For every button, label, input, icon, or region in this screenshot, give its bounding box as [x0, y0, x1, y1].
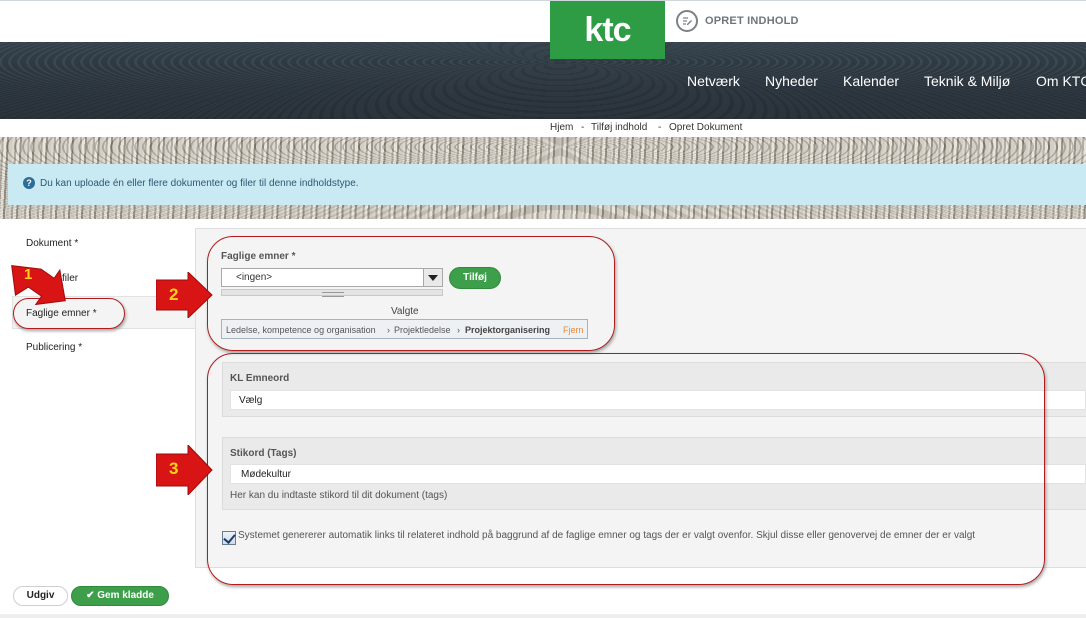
sidebar-item-dokument[interactable]: Dokument *	[26, 238, 78, 249]
annotation-ring-3	[207, 353, 1045, 585]
annotation-arrow-1: 1	[2, 262, 72, 312]
main-navigation: Netværk Nyheder Kalender Teknik & Miljø …	[0, 42, 1086, 119]
annotation-ring-2	[207, 236, 615, 351]
create-content-link[interactable]: OPRET INDHOLD	[676, 10, 799, 32]
annotation-arrow-3: 3	[155, 443, 214, 497]
annotation-arrow-2: 2	[155, 270, 214, 320]
top-bar	[0, 0, 1086, 42]
nav-item-om-ktc[interactable]: Om KTC	[1036, 73, 1086, 89]
help-icon: ?	[23, 177, 35, 189]
nav-item-nyheder[interactable]: Nyheder	[765, 73, 818, 89]
nav-item-teknik-miljo[interactable]: Teknik & Miljø	[924, 73, 1010, 89]
publish-button[interactable]: Udgiv	[13, 586, 68, 606]
edit-icon	[676, 10, 698, 32]
nav-item-netvaerk[interactable]: Netværk	[687, 73, 740, 89]
sidebar-item-publicering[interactable]: Publicering *	[26, 342, 82, 353]
breadcrumb-home[interactable]: Hjem	[550, 122, 573, 133]
breadcrumb-current: Opret Dokument	[669, 122, 743, 133]
check-icon: ✔	[86, 590, 95, 601]
breadcrumb-separator: -	[581, 122, 585, 133]
info-message: ? Du kan uploade én eller flere dokument…	[8, 164, 1086, 205]
footer-divider	[0, 614, 1086, 618]
ktc-logo[interactable]: ktc	[550, 1, 665, 59]
nav-item-kalender[interactable]: Kalender	[843, 73, 899, 89]
breadcrumb-add-content[interactable]: Tilføj indhold	[591, 122, 647, 133]
save-draft-button[interactable]: ✔ Gem kladde	[71, 586, 169, 606]
breadcrumb: Hjem - Tilføj indhold - Opret Dokument	[0, 119, 1086, 137]
breadcrumb-separator: -	[658, 122, 662, 133]
